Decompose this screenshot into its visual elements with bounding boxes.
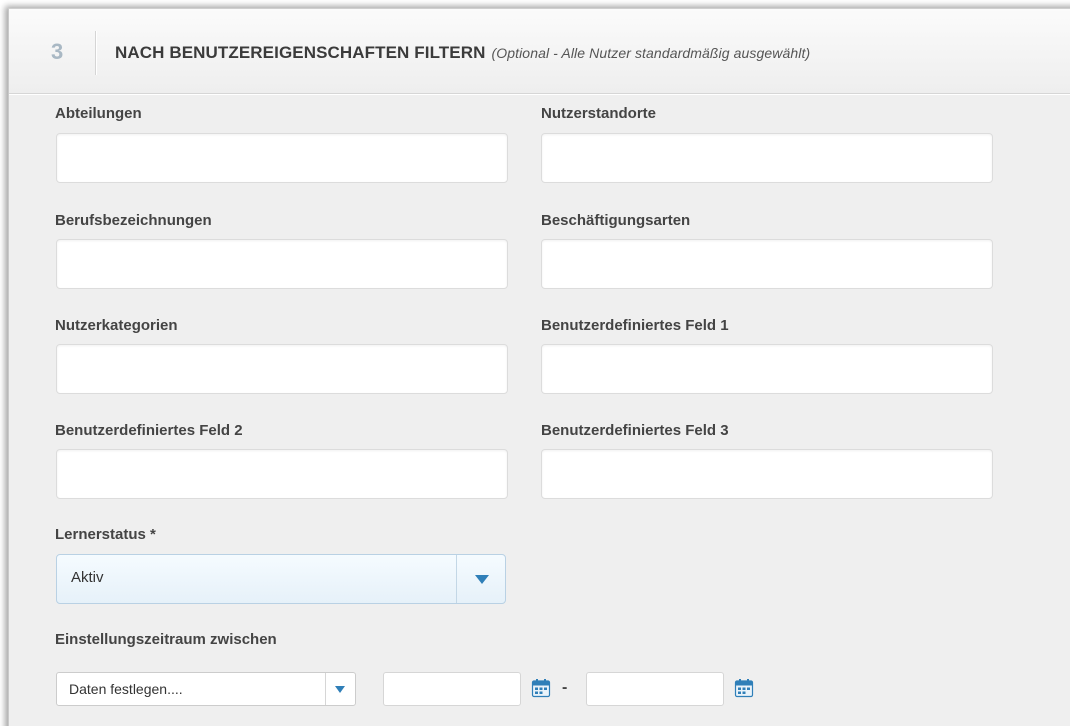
section-title-text: NACH BENUTZEREIGENSCHAFTEN FILTERN — [115, 43, 486, 62]
abteilungen-label: Abteilungen — [55, 105, 142, 122]
learner-status-value: Aktiv — [71, 569, 104, 586]
learner-status-label: Lernerstatus * — [55, 526, 156, 543]
nutzerkategorien-input[interactable] — [56, 344, 508, 394]
berufsbezeichnungen-input[interactable] — [56, 239, 508, 289]
custom-field-1-label: Benutzerdefiniertes Feld 1 — [541, 317, 729, 334]
nutzerstandorte-input[interactable] — [541, 133, 993, 183]
abteilungen-input[interactable] — [56, 133, 508, 183]
screenshot-frame: 3 NACH BENUTZEREIGENSCHAFTEN FILTERN (Opt… — [0, 0, 1070, 726]
section-subtitle: (Optional - Alle Nutzer standardmäßig au… — [491, 45, 811, 61]
section-header: 3 NACH BENUTZEREIGENSCHAFTEN FILTERN (Opt… — [9, 9, 1070, 94]
date-range-separator: - — [562, 679, 568, 696]
beschaeftigungsarten-input[interactable] — [541, 239, 993, 289]
select-divider — [456, 555, 457, 603]
custom-field-3-input[interactable] — [541, 449, 993, 499]
nutzerstandorte-label: Nutzerstandorte — [541, 105, 657, 122]
chevron-down-icon[interactable] — [335, 686, 345, 693]
custom-field-3-label: Benutzerdefiniertes Feld 3 — [541, 422, 729, 439]
hire-period-label: Einstellungszeitraum zwischen — [55, 631, 277, 648]
nutzerkategorien-label: Nutzerkategorien — [55, 317, 178, 334]
custom-field-1-input[interactable] — [541, 344, 993, 394]
learner-status-select[interactable]: Aktiv — [56, 554, 506, 604]
start-date-input[interactable] — [383, 672, 521, 706]
beschaeftigungsarten-label: Beschäftigungsarten — [541, 212, 691, 229]
chevron-down-icon[interactable] — [475, 575, 489, 584]
end-date-input[interactable] — [586, 672, 724, 706]
header-divider — [95, 31, 96, 75]
date-preset-select[interactable]: Daten festlegen.... — [56, 672, 356, 706]
date-preset-value: Daten festlegen.... — [69, 681, 183, 697]
calendar-icon[interactable] — [531, 678, 551, 698]
step-number: 3 — [51, 39, 64, 64]
custom-field-2-input[interactable] — [56, 449, 508, 499]
section-title: NACH BENUTZEREIGENSCHAFTEN FILTERN (Optio… — [115, 43, 810, 63]
select-divider — [325, 673, 326, 705]
filter-panel: 3 NACH BENUTZEREIGENSCHAFTEN FILTERN (Opt… — [8, 8, 1070, 726]
calendar-icon[interactable] — [734, 678, 754, 698]
custom-field-2-label: Benutzerdefiniertes Feld 2 — [55, 422, 243, 439]
berufsbezeichnungen-label: Berufsbezeichnungen — [55, 212, 212, 229]
